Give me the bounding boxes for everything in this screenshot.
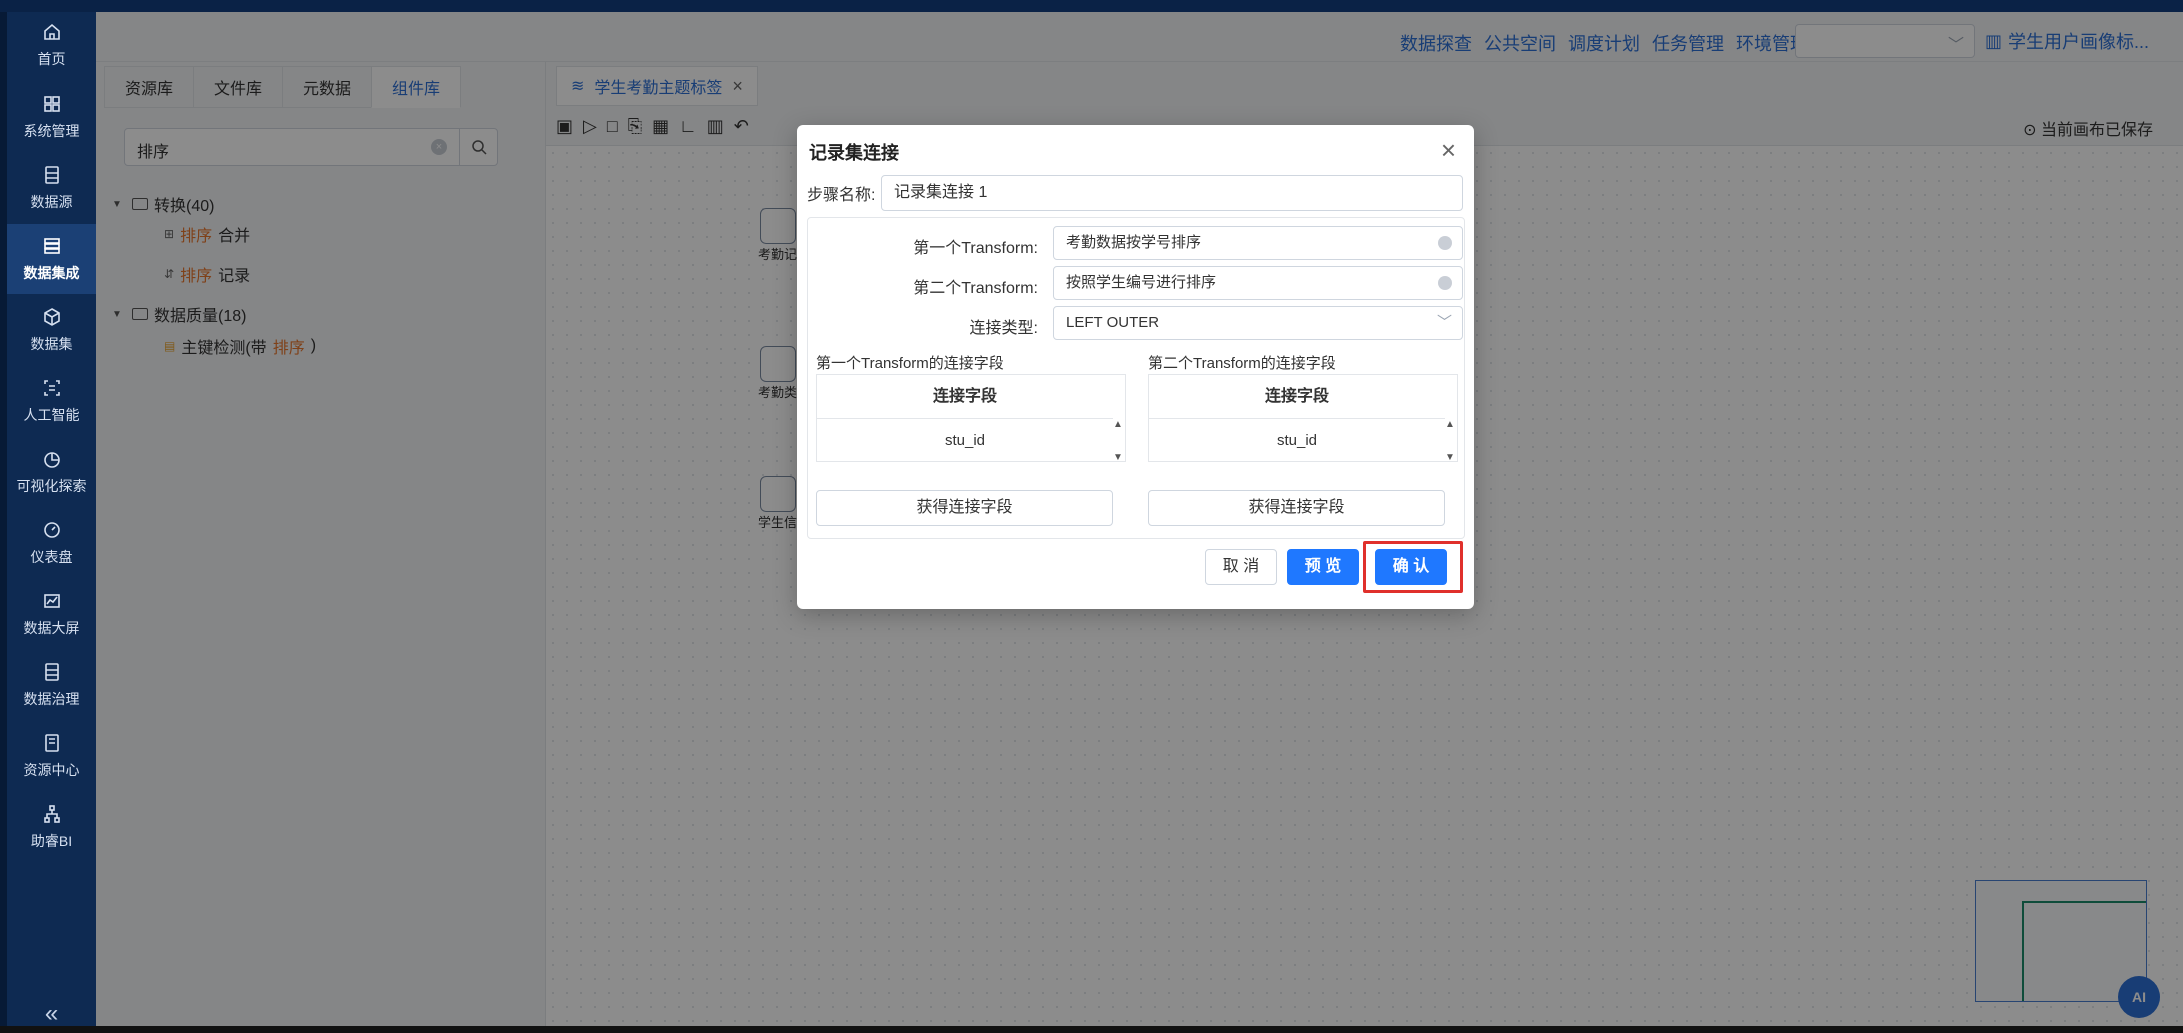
nav-item-dashboard[interactable]: 仪表盘	[7, 508, 96, 578]
scan-icon	[41, 377, 63, 399]
nav-item-governance[interactable]: 数据治理	[7, 650, 96, 720]
chevron-down-icon: ﹀	[1436, 314, 1452, 331]
database-icon	[41, 164, 63, 186]
grid-header: 连接字段	[1149, 375, 1445, 419]
nav-label: 数据集成	[23, 265, 80, 281]
nav-label: 数据治理	[23, 691, 80, 707]
left-fields-label: 第一个Transform的连接字段	[816, 355, 1004, 372]
gauge-icon	[41, 519, 63, 541]
clear-icon[interactable]	[1438, 236, 1452, 250]
nav-item-dataset[interactable]: 数据集	[7, 295, 96, 365]
nav-item-bi[interactable]: 助睿BI	[7, 792, 96, 862]
get-left-fields-button[interactable]: 获得连接字段	[816, 490, 1113, 526]
nav-label: 数据源	[30, 194, 73, 210]
nav-label: 系统管理	[23, 123, 80, 139]
grid-header: 连接字段	[817, 375, 1113, 419]
join-type-value: LEFT OUTER	[1066, 314, 1160, 331]
nav-label: 助睿BI	[30, 833, 73, 849]
stack-icon	[41, 235, 63, 257]
record-join-dialog: 记录集连接 × 步骤名称: 记录集连接 1 第一个Transform: 考勤数据…	[797, 125, 1474, 609]
nav-label: 数据集	[30, 336, 73, 352]
dialog-title: 记录集连接	[809, 143, 899, 163]
grid-icon	[41, 93, 63, 115]
join-type-label: 连接类型:	[969, 320, 1038, 337]
close-icon[interactable]: ×	[1441, 135, 1456, 166]
cancel-button[interactable]: 取 消	[1205, 549, 1277, 585]
nav-label: 资源中心	[23, 762, 80, 778]
nav-label: 数据大屏	[23, 620, 80, 636]
folder-icon	[41, 732, 63, 754]
grid-cell[interactable]: stu_id	[1149, 419, 1445, 462]
get-right-fields-button[interactable]: 获得连接字段	[1148, 490, 1445, 526]
second-transform-label: 第二个Transform:	[913, 280, 1038, 297]
step-name-label: 步骤名称:	[807, 187, 876, 204]
arrow-up-icon[interactable]: ▲	[1113, 419, 1123, 430]
list-icon	[41, 661, 63, 683]
top-strip	[0, 0, 2183, 12]
nav-label: 人工智能	[23, 407, 80, 423]
first-transform-value: 考勤数据按学号排序	[1066, 234, 1202, 251]
arrow-down-icon[interactable]: ▼	[1113, 452, 1123, 463]
nav-item-integration[interactable]: 数据集成	[7, 224, 96, 294]
join-settings: 第一个Transform: 考勤数据按学号排序 第二个Transform: 按照…	[807, 217, 1465, 539]
right-fields-label: 第二个Transform的连接字段	[1148, 355, 1336, 372]
nav-label: 可视化探索	[16, 478, 87, 494]
nav-label: 首页	[37, 51, 66, 67]
chart-icon	[41, 590, 63, 612]
nav-stripe	[0, 0, 7, 1033]
right-fields-grid: 连接字段 stu_id ▲ ▼	[1148, 374, 1458, 463]
bottom-bar	[0, 1026, 2183, 1033]
grid-scrollbar[interactable]: ▲ ▼	[1111, 419, 1125, 463]
nav-label: 仪表盘	[30, 549, 73, 565]
confirm-button[interactable]: 确 认	[1375, 549, 1447, 585]
home-icon	[41, 21, 63, 43]
nav-item-bigscreen[interactable]: 数据大屏	[7, 579, 96, 649]
step-name-input[interactable]: 记录集连接 1	[881, 175, 1463, 211]
first-transform-select[interactable]: 考勤数据按学号排序	[1053, 226, 1463, 260]
nav-item-visual[interactable]: 可视化探索	[7, 437, 96, 507]
nav-item-home[interactable]: 首页	[7, 10, 96, 80]
grid-scrollbar[interactable]: ▲ ▼	[1443, 419, 1457, 463]
join-type-select[interactable]: LEFT OUTER ﹀	[1053, 306, 1463, 340]
left-nav: 首页 系统管理 数据源 数据集成 数据集 人工智能 可视化探索 仪表盘 数据大屏…	[0, 0, 96, 1033]
arrow-up-icon[interactable]: ▲	[1445, 419, 1455, 430]
second-transform-value: 按照学生编号进行排序	[1066, 274, 1217, 291]
preview-button[interactable]: 预 览	[1287, 549, 1359, 585]
arrow-down-icon[interactable]: ▼	[1445, 452, 1455, 463]
left-fields-grid: 连接字段 stu_id ▲ ▼	[816, 374, 1126, 463]
cube-icon	[41, 306, 63, 328]
org-icon	[41, 803, 63, 825]
clear-icon[interactable]	[1438, 276, 1452, 290]
grid-cell[interactable]: stu_id	[817, 419, 1113, 462]
second-transform-select[interactable]: 按照学生编号进行排序	[1053, 266, 1463, 300]
pie-icon	[41, 448, 63, 470]
nav-item-system[interactable]: 系统管理	[7, 82, 96, 152]
first-transform-label: 第一个Transform:	[913, 240, 1038, 257]
nav-item-ai[interactable]: 人工智能	[7, 366, 96, 436]
nav-item-datasource[interactable]: 数据源	[7, 153, 96, 223]
nav-item-resource[interactable]: 资源中心	[7, 721, 96, 791]
